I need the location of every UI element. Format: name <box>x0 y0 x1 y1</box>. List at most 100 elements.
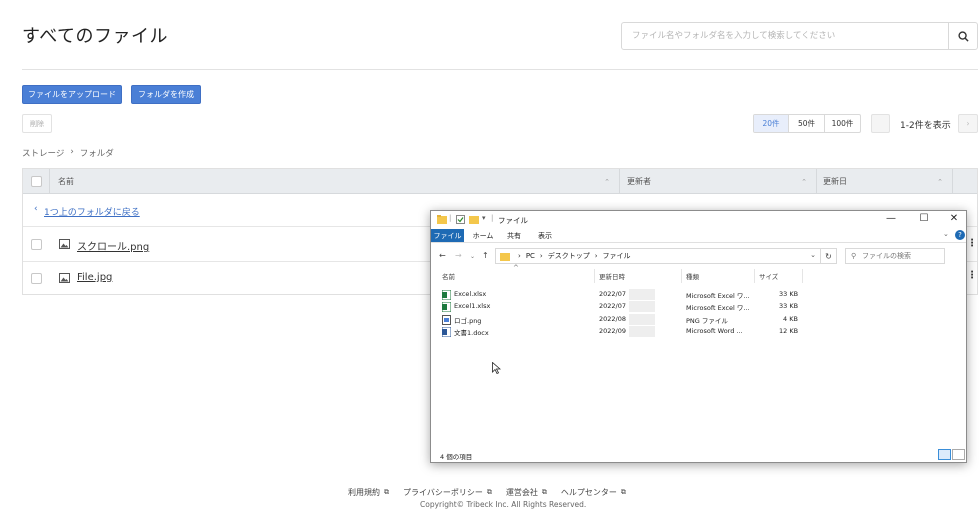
explorer-file-row[interactable]: ロゴ.png 2022/08 PNG ファイル 4 KB <box>431 314 966 326</box>
chevron-up-icon: ⌃ <box>604 177 610 186</box>
path-separator-icon: › <box>518 252 521 260</box>
upload-file-button[interactable]: ファイルをアップロード <box>22 85 122 104</box>
row-checkbox[interactable] <box>31 239 42 250</box>
breadcrumb-current: フォルダ <box>79 149 114 159</box>
ribbon-tab-share[interactable]: 共有 <box>502 229 526 242</box>
column-name[interactable]: 名前 ⌃ <box>58 169 618 194</box>
minimize-icon[interactable]: — <box>881 213 901 224</box>
chevron-down-icon[interactable]: ⌄ <box>943 230 949 238</box>
ribbon-tab-file[interactable]: ファイル <box>431 229 464 242</box>
column-updated-date[interactable]: 更新日 ⌃ <box>823 169 951 194</box>
copyright: Copyright© Tribeck Inc. All Rights Reser… <box>420 500 587 509</box>
page-size-selector: 20件 50件 100件 <box>753 114 861 133</box>
page-size-20[interactable]: 20件 <box>754 115 789 132</box>
external-link-icon: ⧉ <box>541 488 547 496</box>
maximize-icon[interactable]: ☐ <box>914 213 934 224</box>
new-folder-icon[interactable] <box>469 215 479 224</box>
folder-icon <box>500 253 510 261</box>
footer-link-help[interactable]: ヘルプセンター ⧉ <box>561 487 626 498</box>
path-segment[interactable]: ファイル <box>603 251 631 261</box>
chevron-down-icon[interactable]: ⌄ <box>810 251 816 259</box>
explorer-column-header: ^ 名前 更新日時 種類 サイズ <box>431 264 966 283</box>
word-icon <box>442 327 451 337</box>
explorer-ribbon: ファイル ホーム 共有 表示 ⌄ ? <box>431 229 966 243</box>
breadcrumb: ストレージ › フォルダ <box>22 147 114 159</box>
create-folder-button[interactable]: フォルダを作成 <box>131 85 201 104</box>
chevron-right-icon: › <box>966 119 970 128</box>
help-icon[interactable]: ? <box>955 230 965 240</box>
file-name[interactable]: スクロール.png <box>77 238 149 253</box>
folder-icon <box>437 215 447 224</box>
properties-icon[interactable] <box>456 215 465 224</box>
explorer-titlebar[interactable]: | ▾ | ファイル — ☐ ✕ <box>431 211 966 229</box>
explorer-search-box[interactable]: ⚲ ファイルの検索 <box>845 248 945 264</box>
recent-locations-icon[interactable]: ⌄ <box>470 253 475 260</box>
explorer-column-date[interactable]: 更新日時 <box>599 271 625 281</box>
explorer-title: ファイル <box>498 216 528 225</box>
sort-up-icon: ^ <box>513 264 519 272</box>
chevron-left-icon: ‹ <box>34 204 38 214</box>
search-button[interactable] <box>948 23 977 49</box>
search-icon <box>957 30 969 42</box>
path-segment[interactable]: PC <box>526 252 535 260</box>
column-updater[interactable]: 更新者 ⌃ <box>627 169 815 194</box>
external-link-icon: ⧉ <box>620 488 626 496</box>
path-separator-icon: › <box>594 252 598 260</box>
details-view-icon[interactable] <box>938 449 951 460</box>
ribbon-tab-view[interactable]: 表示 <box>533 229 557 242</box>
header-divider <box>22 69 978 70</box>
explorer-file-row[interactable]: 文書1.docx 2022/09 Microsoft Word ... 12 K… <box>431 326 966 338</box>
back-to-parent-link[interactable]: 1つ上のフォルダに戻る <box>44 205 140 218</box>
footer-link-terms[interactable]: 利用規約 ⧉ <box>348 487 389 498</box>
explorer-file-row[interactable]: Excel.xlsx 2022/07 Microsoft Excel ワ... … <box>431 289 966 301</box>
explorer-file-row[interactable]: Excel1.xlsx 2022/07 Microsoft Excel ワ...… <box>431 301 966 313</box>
mouse-cursor-icon <box>492 362 501 374</box>
ribbon-tab-home[interactable]: ホーム <box>469 229 497 242</box>
search-input[interactable] <box>622 23 949 49</box>
image-icon <box>59 239 70 249</box>
explorer-column-size[interactable]: サイズ <box>759 271 778 281</box>
row-checkbox[interactable] <box>31 273 42 284</box>
back-arrow-icon[interactable]: ← <box>439 251 446 260</box>
chevron-up-icon: ⌃ <box>801 177 807 186</box>
select-all-checkbox[interactable] <box>31 176 42 187</box>
file-name[interactable]: File.jpg <box>77 272 112 283</box>
refresh-icon[interactable]: ↻ <box>821 248 837 264</box>
path-segment[interactable]: デスクトップ <box>548 251 590 261</box>
forward-arrow-icon[interactable]: → <box>455 251 462 260</box>
explorer-column-type[interactable]: 種類 <box>686 271 699 281</box>
footer-links: 利用規約 ⧉ プライバシーポリシー ⧉ 運営会社 ⧉ ヘルプセンター ⧉ <box>348 487 626 498</box>
delete-button[interactable]: 削除 <box>22 114 52 133</box>
explorer-status: 4 個の項目 <box>440 453 473 461</box>
pagination-info: 1-2件を表示 <box>900 121 951 131</box>
page-size-50[interactable]: 50件 <box>789 115 825 132</box>
close-icon[interactable]: ✕ <box>944 213 964 224</box>
prev-page-button[interactable] <box>871 114 890 133</box>
explorer-window[interactable]: | ▾ | ファイル — ☐ ✕ ファイル ホーム 共有 表示 ⌄ ? ← → … <box>430 210 967 463</box>
page-title: すべてのファイル <box>22 26 169 47</box>
search-icon: ⚲ <box>851 252 857 260</box>
image-icon <box>442 315 451 325</box>
table-header: 名前 ⌃ 更新者 ⌃ 更新日 ⌃ <box>23 169 977 194</box>
address-path[interactable]: › PC › デスクトップ › ファイル ⌄ <box>495 248 821 264</box>
explorer-column-name[interactable]: 名前 <box>442 271 455 281</box>
breadcrumb-root[interactable]: ストレージ <box>22 147 64 159</box>
external-link-icon: ⧉ <box>384 488 389 496</box>
footer-link-company[interactable]: 運営会社 ⧉ <box>506 487 547 498</box>
image-icon <box>59 273 70 283</box>
breadcrumb-separator: › <box>70 147 74 157</box>
page-size-100[interactable]: 100件 <box>825 115 860 132</box>
search-box[interactable] <box>621 22 978 50</box>
quick-access-dropdown-icon[interactable]: ▾ <box>482 214 486 222</box>
next-page-button[interactable]: › <box>958 114 978 133</box>
explorer-search-placeholder: ファイルの検索 <box>862 252 911 260</box>
footer-link-privacy[interactable]: プライバシーポリシー ⧉ <box>403 487 492 498</box>
path-separator-icon: › <box>539 252 543 260</box>
large-icons-view-icon[interactable] <box>952 449 965 460</box>
external-link-icon: ⧉ <box>486 488 492 496</box>
chevron-up-icon: ⌃ <box>937 177 943 186</box>
more-menu-icon[interactable]: ⋮ <box>967 238 977 249</box>
explorer-address-bar: ← → ⌄ ↑ › PC › デスクトップ › ファイル ⌄ ↻ ⚲ ファイルの… <box>431 245 966 267</box>
more-menu-icon[interactable]: ⋮ <box>967 270 977 281</box>
up-arrow-icon[interactable]: ↑ <box>482 251 489 260</box>
